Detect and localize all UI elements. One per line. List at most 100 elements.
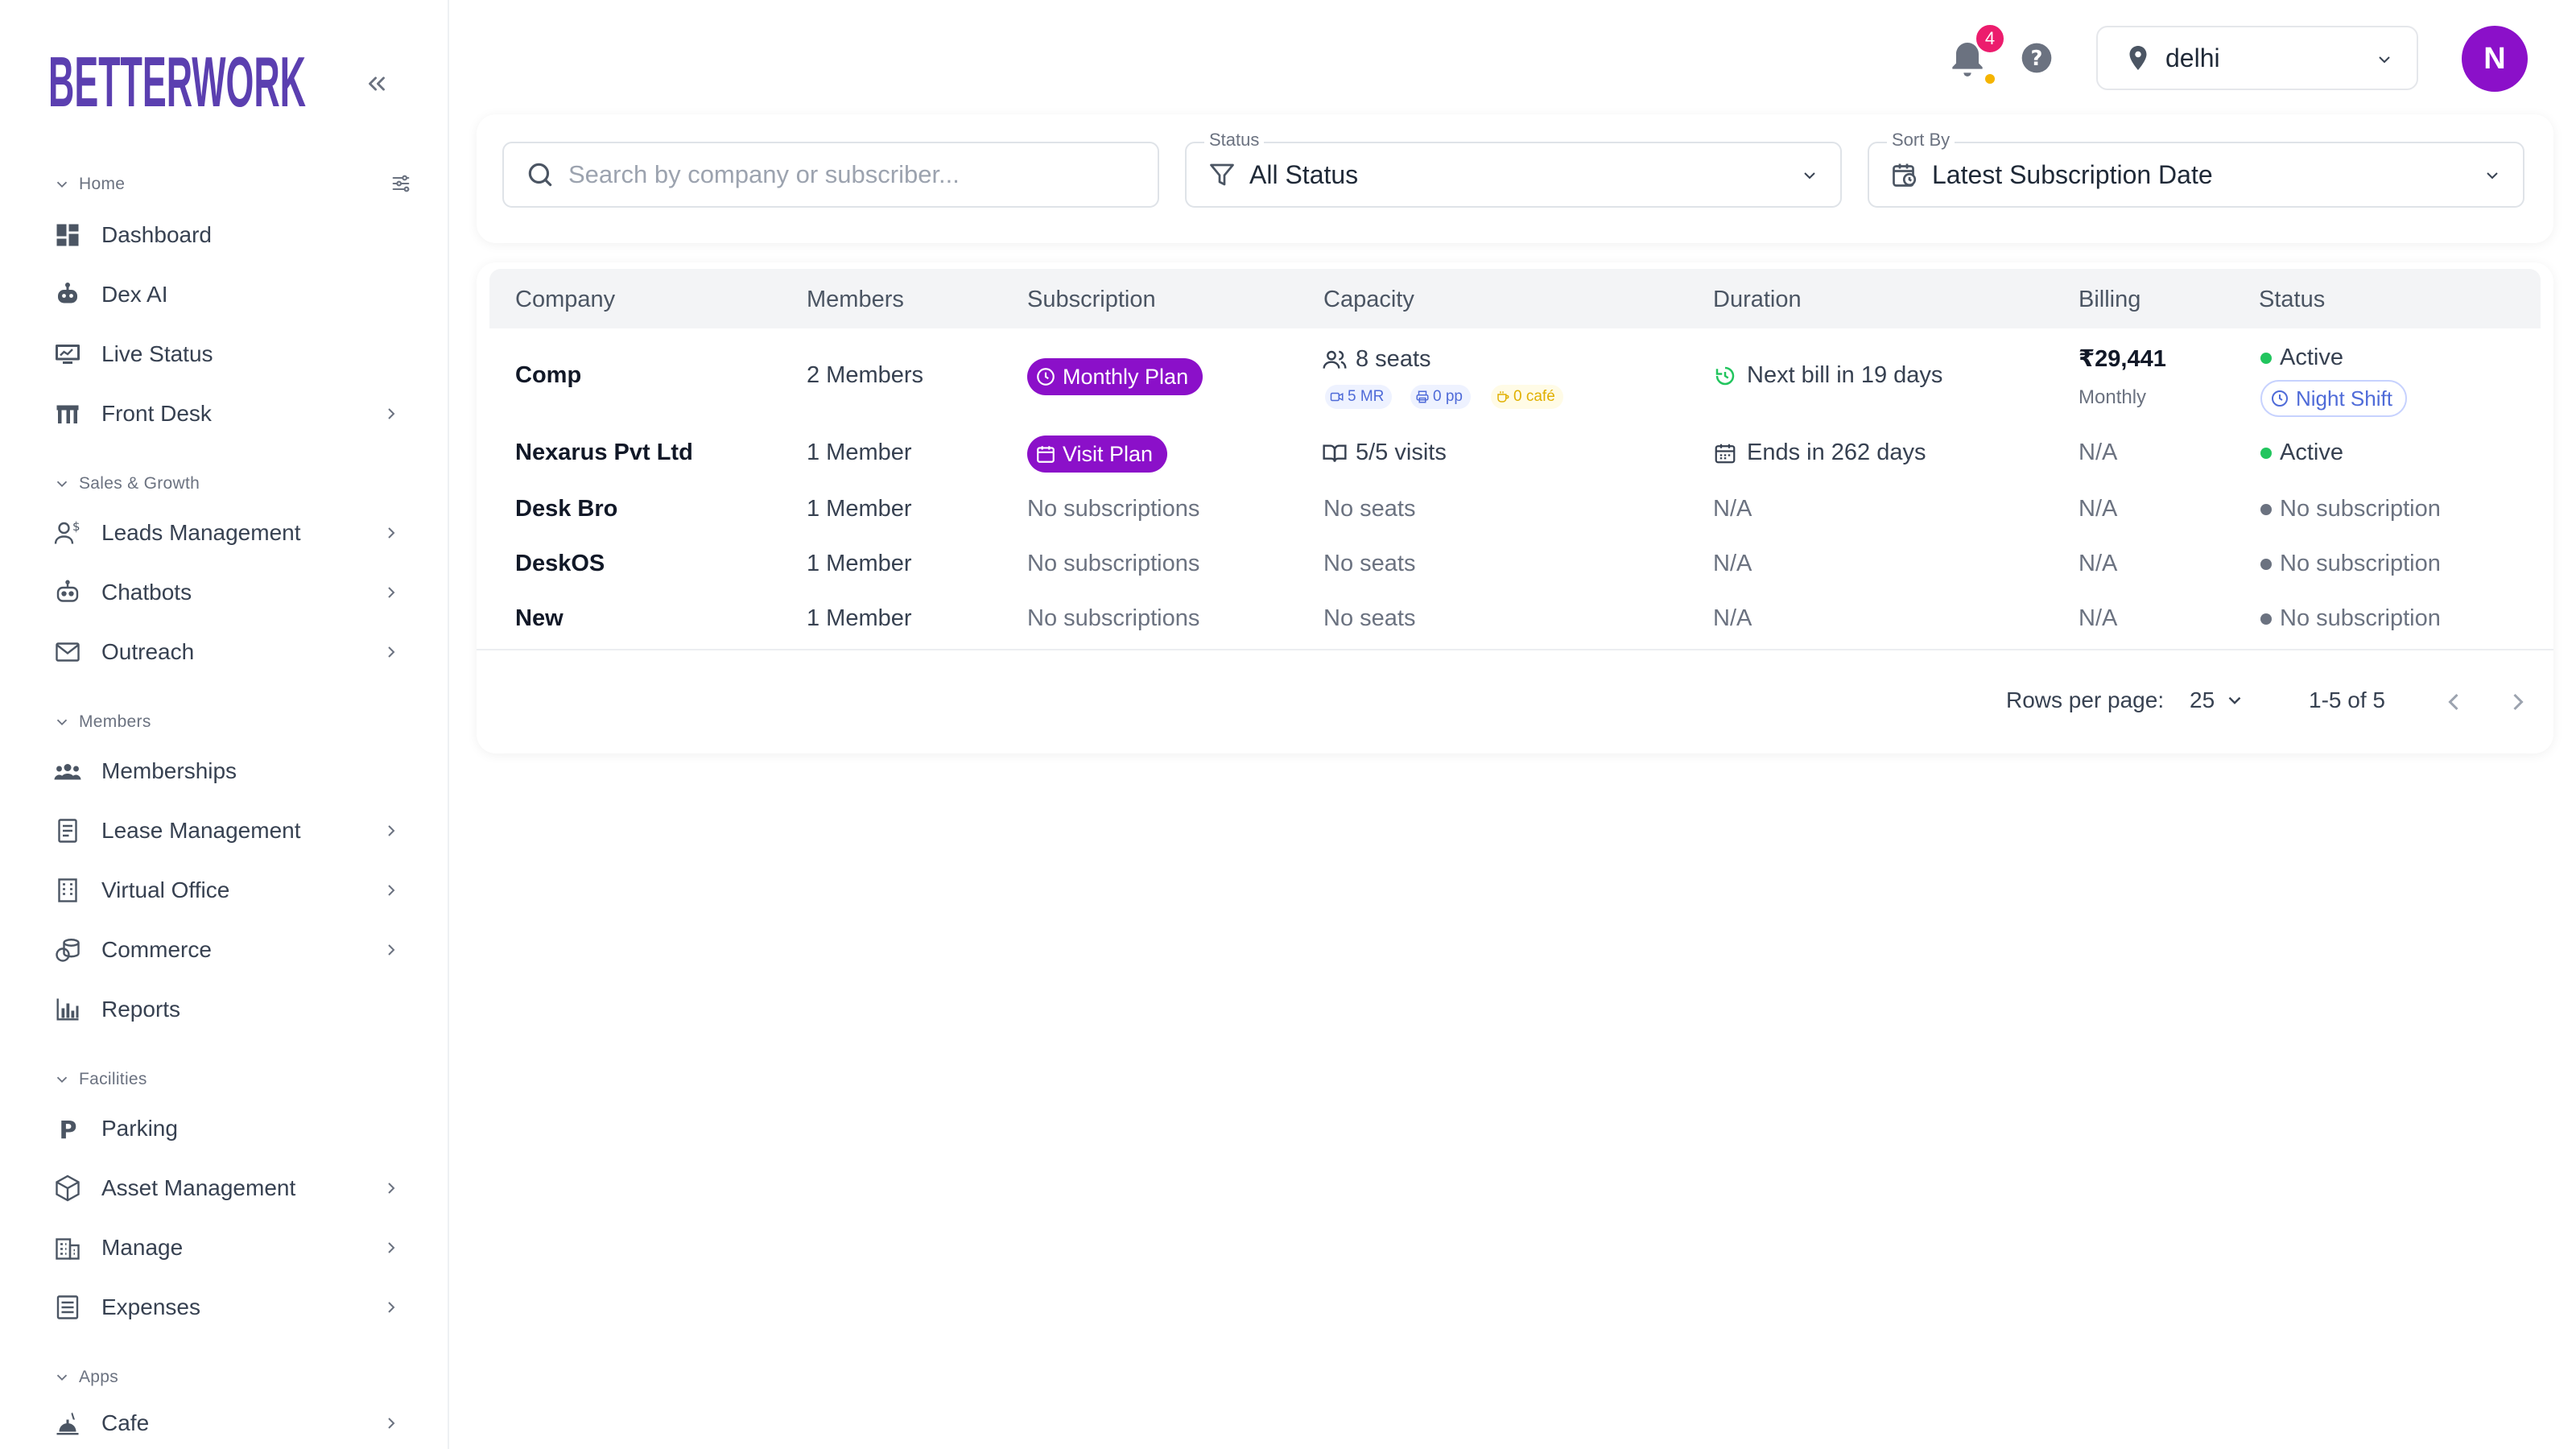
sidebar-item-manage[interactable]: Manage [40, 1222, 419, 1274]
duration-text: N/A [1713, 551, 1752, 576]
chevron-down-icon [56, 481, 68, 488]
section-members[interactable]: Members [53, 710, 151, 734]
svg-text:BETTERWORK: BETTERWORK [48, 42, 306, 116]
status-dot [2260, 558, 2272, 570]
chevron-right-icon [388, 587, 395, 598]
help-icon[interactable]: ? [2019, 40, 2054, 76]
capacity-seats: 8 seats [1322, 346, 1431, 373]
rows-per-page-select[interactable]: 25 [2190, 687, 2245, 713]
section-apps[interactable]: Apps [53, 1365, 118, 1389]
column-header-members[interactable]: Members [807, 287, 904, 313]
billing-amount: N/A [2079, 496, 2118, 522]
chip-label: 0 pp [1433, 388, 1463, 405]
section-sales-growth[interactable]: Sales & Growth [53, 472, 200, 496]
status-text: No subscription [2280, 496, 2441, 522]
user-avatar[interactable]: N [2462, 26, 2528, 92]
section-facilities[interactable]: Facilities [53, 1067, 147, 1092]
sidebar-item-label: Asset Management [101, 1175, 296, 1200]
company-name[interactable]: Desk Bro [515, 496, 617, 522]
next-page-button[interactable] [2504, 687, 2533, 716]
company-name[interactable]: Comp [515, 362, 581, 389]
chevron-right-icon [388, 885, 395, 896]
sidebar-item-label: Outreach [101, 639, 195, 664]
company-name[interactable]: New [515, 605, 564, 632]
betterwork-logo[interactable]: BETTERWORK [48, 39, 314, 116]
chevron-down-icon [1804, 172, 1815, 180]
sidebar-item-expenses[interactable]: Expenses [40, 1282, 419, 1333]
sidebar-item-front-desk[interactable]: Front Desk [40, 388, 419, 440]
chevron-right-icon [388, 646, 395, 658]
sidebar-item-asset-management[interactable]: Asset Management [40, 1162, 419, 1214]
status-filter-value: All Status [1249, 159, 1359, 189]
column-header-billing[interactable]: Billing [2079, 287, 2140, 313]
status-filter-select[interactable]: Status All Status [1185, 130, 1842, 208]
column-header-company[interactable]: Company [515, 287, 615, 313]
svg-text:?: ? [2031, 47, 2043, 71]
members-count: 2 Members [807, 362, 924, 388]
subscription-plan-pill[interactable]: Monthly Plan [1027, 358, 1203, 395]
sidebar-item-chatbots[interactable]: Chatbots [40, 567, 419, 618]
status-dot [2260, 447, 2272, 459]
sidebar-item-lease-management[interactable]: Lease Management [40, 805, 419, 857]
chevron-right-icon [388, 408, 395, 419]
section-label: Apps [79, 1368, 119, 1386]
status-filter-label: Status [1204, 130, 1265, 151]
printer-pages-chip: 0 pp [1410, 385, 1471, 409]
location-value: delhi [2165, 43, 2220, 72]
chip-label: 5 MR [1348, 388, 1385, 405]
sidebar-item-leads-management[interactable]: $ Leads Management [40, 507, 419, 559]
chevron-down-icon [56, 1374, 68, 1381]
column-header-status[interactable]: Status [2259, 287, 2325, 313]
sidebar-item-label: Manage [101, 1235, 184, 1260]
group-icon [52, 755, 84, 787]
status-text: Active [2280, 440, 2343, 465]
status-badge: No subscription [2260, 605, 2441, 632]
sidebar: BETTERWORK Home Sales & Growth Members F… [0, 0, 449, 1449]
column-header-capacity[interactable]: Capacity [1323, 287, 1414, 313]
capacity-none: No seats [1323, 496, 1416, 522]
column-header-subscription[interactable]: Subscription [1027, 287, 1156, 313]
subscription-plan-pill[interactable]: Visit Plan [1027, 436, 1168, 473]
shift-label: Night Shift [2296, 386, 2392, 411]
sort-by-select[interactable]: Sort By Latest Subscription Date [1868, 130, 2524, 208]
tune-icon[interactable] [390, 172, 412, 195]
sidebar-item-reports[interactable]: Reports [40, 984, 419, 1035]
search-icon [528, 163, 552, 187]
sidebar-item-virtual-office[interactable]: Virtual Office [40, 865, 419, 916]
status-badge: Active [2260, 345, 2343, 371]
company-name[interactable]: Nexarus Pvt Ltd [515, 440, 693, 466]
billing-cycle: Monthly [2079, 386, 2147, 408]
sidebar-item-live-status[interactable]: Live Status [40, 328, 419, 380]
collapse-sidebar-button[interactable] [359, 66, 394, 101]
sidebar-item-parking[interactable]: P Parking [40, 1103, 419, 1154]
column-header-duration[interactable]: Duration [1713, 287, 1802, 313]
cafe-credits-chip: 0 café [1491, 385, 1563, 409]
sidebar-item-dex-ai[interactable]: Dex AI [40, 269, 419, 320]
mail-icon [52, 636, 84, 668]
seats-value: 8 seats [1356, 346, 1431, 372]
section-label: Sales & Growth [79, 474, 200, 493]
status-text: No subscription [2280, 551, 2441, 576]
search-field[interactable] [502, 142, 1159, 208]
status-text: No subscription [2280, 605, 2441, 631]
users-icon [1323, 350, 1347, 369]
sidebar-item-outreach[interactable]: Outreach [40, 626, 419, 678]
sidebar-item-memberships[interactable]: Memberships [40, 745, 419, 797]
location-select[interactable]: delhi [2096, 26, 2418, 90]
robot-icon [52, 279, 84, 311]
sidebar-item-cafe[interactable]: Cafe [40, 1397, 419, 1449]
previous-page-button[interactable] [2439, 687, 2468, 716]
sort-by-value: Latest Subscription Date [1932, 159, 2213, 189]
chevron-right-icon [388, 1242, 395, 1253]
sidebar-item-dashboard[interactable]: Dashboard [40, 209, 419, 261]
search-input[interactable] [568, 160, 1132, 189]
capacity-visits: 5/5 visits [1322, 440, 1447, 466]
sidebar-item-label: Dashboard [101, 222, 212, 247]
company-name[interactable]: DeskOS [515, 551, 605, 577]
calendar-icon [1037, 446, 1055, 463]
chevron-down-icon [56, 181, 68, 188]
section-home[interactable]: Home [53, 172, 125, 196]
sidebar-item-label: Cafe [101, 1410, 150, 1435]
duration-ends: Ends in 262 days [1713, 440, 1926, 466]
sidebar-item-commerce[interactable]: Commerce [40, 924, 419, 976]
